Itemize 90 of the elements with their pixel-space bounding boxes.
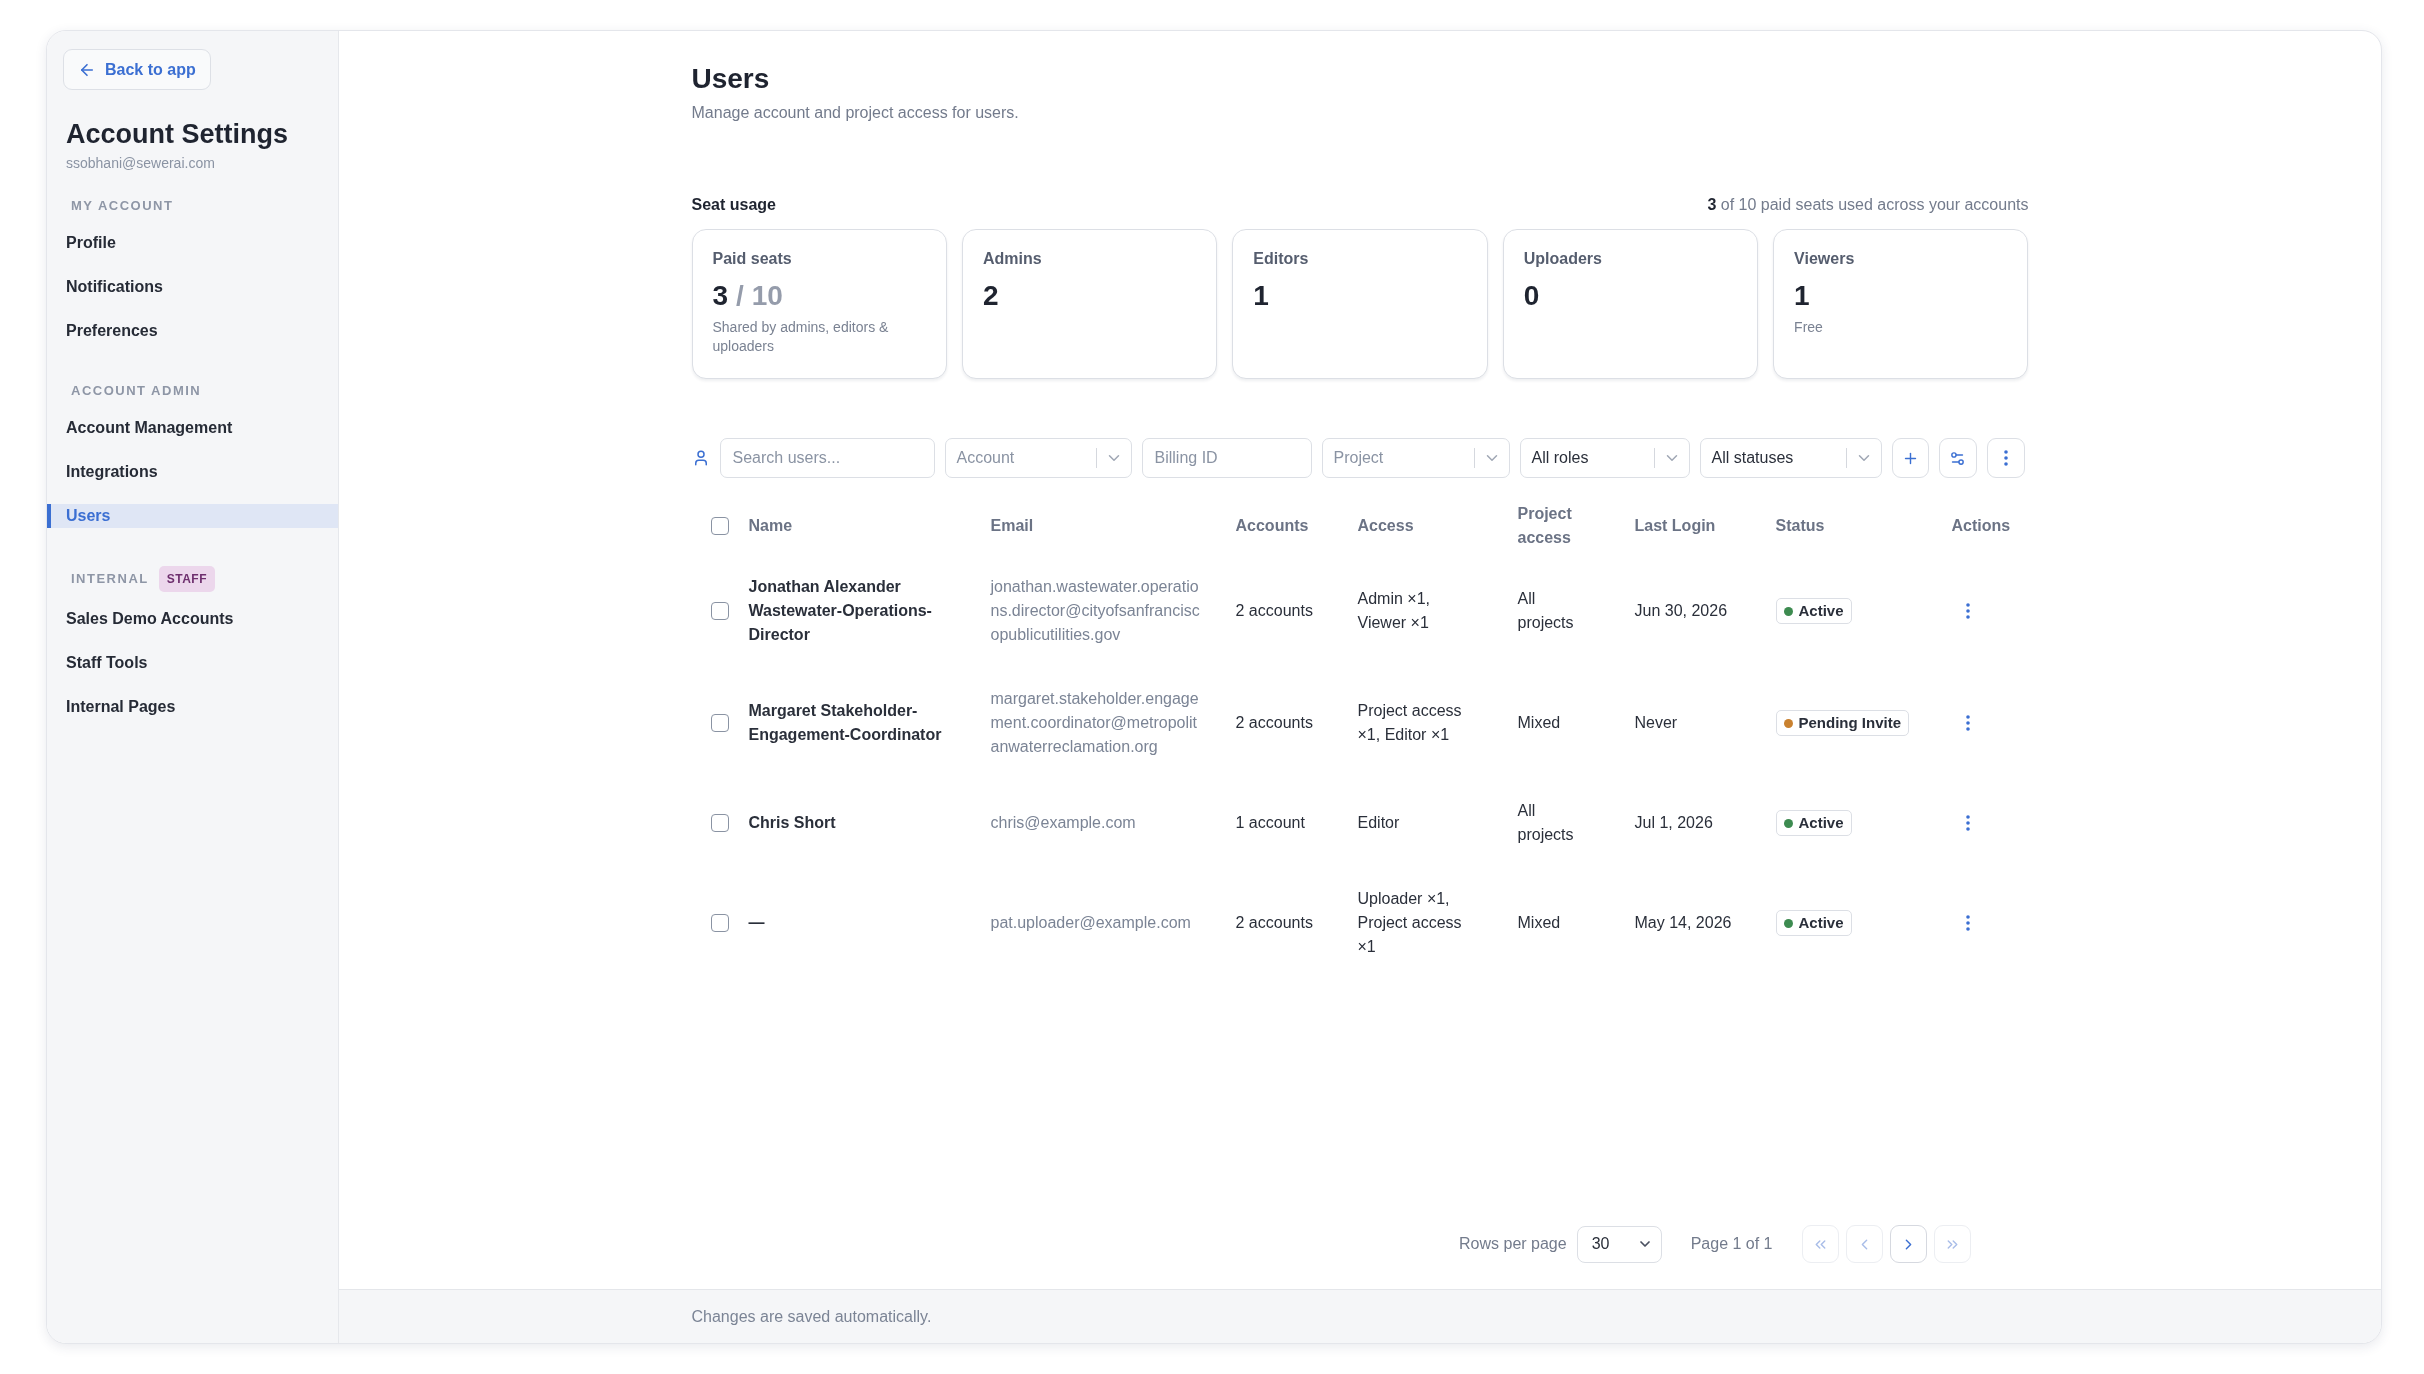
nav-item[interactable]: Internal Pages — [47, 695, 338, 719]
sliders-icon — [1949, 449, 1966, 467]
user-email: chris@example.com — [990, 813, 1136, 833]
account-count: 2 accounts — [1235, 713, 1313, 733]
page-title: Users — [691, 62, 771, 96]
dropdown[interactable]: All statuses — [1699, 438, 1882, 478]
nav-item[interactable]: Notifications — [47, 275, 338, 299]
project-access: Mixed — [1517, 713, 1561, 733]
sidebar-title: Account Settings — [66, 118, 289, 151]
access-summary: Admin ×1, Viewer ×1 — [1357, 589, 1431, 633]
nav-item[interactable]: Preferences — [47, 319, 338, 343]
account-count: 2 accounts — [1235, 601, 1313, 621]
more-icon[interactable] — [1965, 603, 1970, 619]
project-access: All projects — [1517, 589, 1575, 633]
staff-tag: STAFF — [158, 566, 215, 592]
checkbox[interactable] — [711, 814, 729, 832]
search-field[interactable]: Search users... — [719, 438, 935, 478]
column-header: Last Login — [1634, 516, 1716, 536]
checkbox[interactable] — [711, 714, 729, 732]
column-header: Project access — [1517, 504, 1573, 548]
nav-item[interactable]: Integrations — [47, 460, 338, 484]
more-icon[interactable] — [1965, 715, 1970, 731]
card-note: Free — [1794, 318, 1823, 337]
nav-item[interactable]: Account Management — [47, 416, 338, 440]
user-name: Margaret Stakeholder-Engagement-Coordinator — [748, 701, 943, 745]
section-label: ACCOUNT ADMIN — [71, 382, 202, 400]
rows-per-page-label: Rows per page — [1459, 1234, 1567, 1254]
card-label: Viewers — [1794, 249, 1855, 269]
access-summary: Editor — [1357, 813, 1400, 833]
seat-count: 2 — [982, 279, 999, 313]
column-header: Access — [1357, 516, 1414, 536]
rows-per-page-select[interactable]: 30 — [1576, 1225, 1662, 1263]
user-name: Jonathan Alexander Wastewater-Operations-Director — [748, 577, 933, 645]
nav-item[interactable]: Users — [47, 504, 338, 528]
card-label: Admins — [982, 249, 1042, 269]
section-heading: Seat usage — [691, 195, 776, 215]
last-login-date: May 14, 2026 — [1634, 913, 1732, 933]
last-login-date: Jul 1, 2026 — [1634, 813, 1713, 833]
user-email: margaret.stakeholder.engagement.coordinator@metropolitanwaterreclamation.org — [990, 689, 1200, 757]
nav-item[interactable]: Profile — [47, 231, 338, 255]
back-button[interactable]: Back to app — [63, 49, 211, 90]
project-access: All projects — [1517, 801, 1575, 845]
status-badge: Pending Invite — [1775, 710, 1909, 736]
account-count: 2 accounts — [1235, 913, 1313, 933]
filter-settings-button[interactable] — [1938, 438, 1977, 478]
last-login-date: Never — [1634, 713, 1678, 733]
page-subtitle: Manage account and project access for users. — [691, 103, 1020, 123]
checkbox[interactable] — [711, 914, 729, 932]
card-label: Uploaders — [1523, 249, 1602, 269]
section-label: MY ACCOUNT — [71, 197, 174, 215]
card-label: Paid seats — [712, 249, 792, 269]
footer-note: Changes are saved automatically. — [691, 1307, 932, 1325]
more-icon — [2003, 450, 2008, 466]
status-badge: Active — [1775, 598, 1852, 624]
seat-count: 1 — [1794, 279, 1810, 313]
more-button[interactable] — [1986, 438, 2025, 478]
card-note: Shared by admins, editors & uploaders — [712, 318, 890, 356]
user-name: — — [748, 913, 765, 933]
status-badge: Active — [1775, 810, 1852, 836]
seat-count: 0 — [1523, 279, 1540, 313]
account-count: 1 account — [1235, 813, 1305, 833]
column-header: Email — [990, 516, 1034, 536]
more-icon[interactable] — [1965, 815, 1970, 831]
access-summary: Project access ×1, Editor ×1 — [1357, 701, 1463, 745]
account-email: ssobhani@sewerai.com — [66, 154, 216, 172]
column-header: Accounts — [1235, 516, 1309, 536]
nav-item[interactable]: Sales Demo Accounts — [47, 607, 338, 631]
last-login-date: Jun 30, 2026 — [1634, 601, 1728, 621]
seat-count: 1 — [1253, 279, 1269, 313]
user-name: Chris Short — [748, 813, 836, 833]
section-label: INTERNAL — [71, 570, 149, 588]
seat-count: 3 — [712, 279, 729, 313]
seat-total: / 10 — [736, 279, 783, 313]
user-email: pat.uploader@example.com — [990, 913, 1191, 933]
nav-item[interactable]: Staff Tools — [47, 651, 338, 675]
card-label: Editors — [1253, 249, 1309, 269]
status-badge: Active — [1775, 910, 1852, 936]
user-email: jonathan.wastewater.operations.director@cityofsanfranciscopublicutilities.gov — [990, 577, 1201, 645]
column-header: Actions — [1951, 516, 2011, 536]
checkbox[interactable] — [711, 602, 729, 620]
text-field[interactable]: Billing ID — [1141, 438, 1312, 478]
page-info: Page 1 of 1 — [1690, 1234, 1773, 1254]
column-header: Name — [748, 516, 793, 536]
dropdown[interactable]: All roles — [1519, 438, 1690, 478]
access-summary: Uploader ×1, Project access ×1 — [1357, 889, 1463, 957]
checkbox[interactable] — [711, 517, 729, 535]
more-icon[interactable] — [1965, 915, 1970, 931]
seat-summary: 3 of 10 paid seats used across your accounts — [1707, 195, 2029, 215]
project-access: Mixed — [1517, 913, 1561, 933]
column-header: Status — [1775, 516, 1825, 536]
